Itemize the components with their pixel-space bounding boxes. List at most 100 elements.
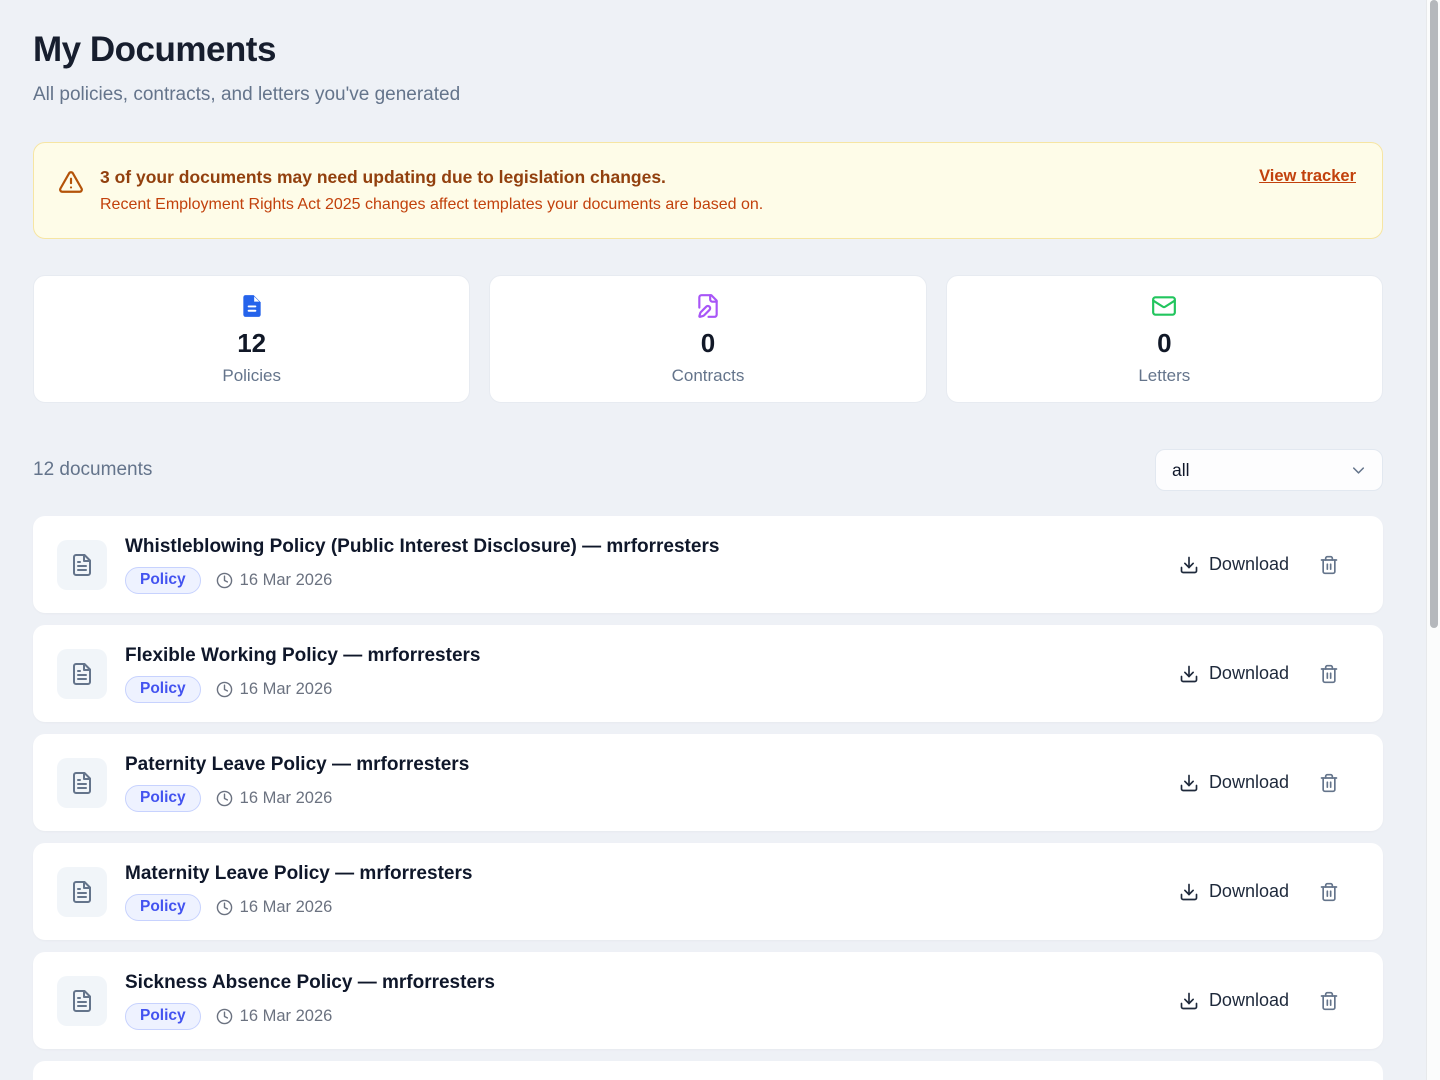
document-date: 16 Mar 2026 bbox=[216, 680, 333, 699]
delete-button[interactable] bbox=[1319, 882, 1339, 902]
banner-texts: 3 of your documents may need updating du… bbox=[100, 167, 763, 214]
document-texts: Maternity Leave Policy — mrforresters Po… bbox=[125, 863, 1179, 921]
clock-icon bbox=[216, 790, 233, 807]
stat-card-policies: 12 Policies bbox=[33, 275, 470, 403]
document-date: 16 Mar 2026 bbox=[216, 1007, 333, 1026]
document-row: Sickness Absence Policy — mrforresters P… bbox=[33, 952, 1383, 1049]
download-icon bbox=[1179, 991, 1199, 1011]
document-texts: Whistleblowing Policy (Public Interest D… bbox=[125, 536, 1179, 594]
document-texts: Paternity Leave Policy — mrforresters Po… bbox=[125, 754, 1179, 812]
file-text-icon bbox=[239, 293, 265, 319]
trash-icon bbox=[1319, 882, 1339, 902]
scrollbar[interactable] bbox=[1426, 0, 1440, 1080]
legislation-warning-banner: 3 of your documents may need updating du… bbox=[33, 142, 1383, 239]
document-texts: Flexible Working Policy — mrforresters P… bbox=[125, 645, 1179, 703]
document-actions: Download bbox=[1179, 881, 1339, 902]
document-row-partial bbox=[33, 1061, 1383, 1080]
document-date: 16 Mar 2026 bbox=[216, 789, 333, 808]
document-title: Whistleblowing Policy (Public Interest D… bbox=[125, 536, 1179, 558]
document-date: 16 Mar 2026 bbox=[216, 571, 333, 590]
document-actions: Download bbox=[1179, 772, 1339, 793]
banner-subtext: Recent Employment Rights Act 2025 change… bbox=[100, 196, 763, 214]
filter-dropdown[interactable]: all bbox=[1155, 449, 1383, 491]
policy-badge: Policy bbox=[125, 785, 201, 812]
download-label: Download bbox=[1209, 663, 1289, 684]
policies-label: Policies bbox=[222, 366, 281, 386]
page-title: My Documents bbox=[33, 30, 1383, 70]
view-tracker-link[interactable]: View tracker bbox=[1259, 167, 1356, 186]
download-button[interactable]: Download bbox=[1179, 554, 1289, 575]
document-actions: Download bbox=[1179, 990, 1339, 1011]
download-label: Download bbox=[1209, 772, 1289, 793]
document-row: Flexible Working Policy — mrforresters P… bbox=[33, 625, 1383, 722]
document-date: 16 Mar 2026 bbox=[216, 898, 333, 917]
document-icon bbox=[57, 976, 107, 1026]
date-text: 16 Mar 2026 bbox=[240, 789, 333, 808]
document-meta: Policy 16 Mar 2026 bbox=[125, 785, 1179, 812]
download-icon bbox=[1179, 882, 1199, 902]
download-label: Download bbox=[1209, 881, 1289, 902]
scrollbar-thumb[interactable] bbox=[1430, 0, 1438, 628]
warning-triangle-icon bbox=[58, 169, 84, 195]
trash-icon bbox=[1319, 773, 1339, 793]
document-meta: Policy 16 Mar 2026 bbox=[125, 1003, 1179, 1030]
document-meta: Policy 16 Mar 2026 bbox=[125, 567, 1179, 594]
document-texts: Sickness Absence Policy — mrforresters P… bbox=[125, 972, 1179, 1030]
banner-heading: 3 of your documents may need updating du… bbox=[100, 167, 763, 188]
document-meta: Policy 16 Mar 2026 bbox=[125, 676, 1179, 703]
delete-button[interactable] bbox=[1319, 664, 1339, 684]
document-icon bbox=[57, 649, 107, 699]
document-icon bbox=[57, 758, 107, 808]
document-actions: Download bbox=[1179, 663, 1339, 684]
download-label: Download bbox=[1209, 554, 1289, 575]
trash-icon bbox=[1319, 555, 1339, 575]
file-pen-icon bbox=[695, 293, 721, 319]
download-button[interactable]: Download bbox=[1179, 663, 1289, 684]
document-actions: Download bbox=[1179, 554, 1339, 575]
document-meta: Policy 16 Mar 2026 bbox=[125, 894, 1179, 921]
document-row: Whistleblowing Policy (Public Interest D… bbox=[33, 516, 1383, 613]
document-title: Paternity Leave Policy — mrforresters bbox=[125, 754, 1179, 776]
document-icon bbox=[57, 867, 107, 917]
trash-icon bbox=[1319, 664, 1339, 684]
stats-row: 12 Policies 0 Contracts bbox=[33, 275, 1383, 403]
mail-icon bbox=[1151, 293, 1177, 319]
policy-badge: Policy bbox=[125, 567, 201, 594]
delete-button[interactable] bbox=[1319, 991, 1339, 1011]
clock-icon bbox=[216, 572, 233, 589]
download-button[interactable]: Download bbox=[1179, 881, 1289, 902]
chevron-down-icon bbox=[1349, 461, 1368, 480]
policy-badge: Policy bbox=[125, 894, 201, 921]
letters-count: 0 bbox=[1157, 328, 1171, 359]
download-icon bbox=[1179, 555, 1199, 575]
document-row: Paternity Leave Policy — mrforresters Po… bbox=[33, 734, 1383, 831]
stat-card-letters: 0 Letters bbox=[946, 275, 1383, 403]
document-title: Sickness Absence Policy — mrforresters bbox=[125, 972, 1179, 994]
document-title: Maternity Leave Policy — mrforresters bbox=[125, 863, 1179, 885]
download-button[interactable]: Download bbox=[1179, 990, 1289, 1011]
download-icon bbox=[1179, 773, 1199, 793]
trash-icon bbox=[1319, 991, 1339, 1011]
page-subtitle: All policies, contracts, and letters you… bbox=[33, 84, 1383, 106]
policy-badge: Policy bbox=[125, 1003, 201, 1030]
delete-button[interactable] bbox=[1319, 773, 1339, 793]
download-icon bbox=[1179, 664, 1199, 684]
date-text: 16 Mar 2026 bbox=[240, 1007, 333, 1026]
date-text: 16 Mar 2026 bbox=[240, 898, 333, 917]
letters-label: Letters bbox=[1138, 366, 1190, 386]
delete-button[interactable] bbox=[1319, 555, 1339, 575]
stat-card-contracts: 0 Contracts bbox=[489, 275, 926, 403]
download-button[interactable]: Download bbox=[1179, 772, 1289, 793]
date-text: 16 Mar 2026 bbox=[240, 680, 333, 699]
clock-icon bbox=[216, 1008, 233, 1025]
clock-icon bbox=[216, 899, 233, 916]
filter-selected-value: all bbox=[1172, 460, 1190, 481]
document-row: Maternity Leave Policy — mrforresters Po… bbox=[33, 843, 1383, 940]
contracts-count: 0 bbox=[701, 328, 715, 359]
download-label: Download bbox=[1209, 990, 1289, 1011]
document-list: Whistleblowing Policy (Public Interest D… bbox=[33, 516, 1383, 1080]
contracts-label: Contracts bbox=[672, 366, 745, 386]
policy-badge: Policy bbox=[125, 676, 201, 703]
document-icon bbox=[57, 540, 107, 590]
date-text: 16 Mar 2026 bbox=[240, 571, 333, 590]
